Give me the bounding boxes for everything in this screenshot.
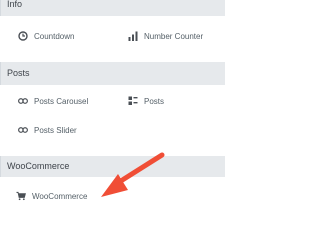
category-body-posts: Posts Carousel Posts Posts Slider [0, 85, 225, 151]
widget-label: Posts [144, 96, 165, 106]
category-title: Info [7, 0, 23, 9]
cart-icon [16, 191, 26, 201]
bar-chart-icon [128, 31, 138, 41]
widget-label: Number Counter [144, 31, 204, 41]
widget-woocommerce[interactable]: WooCommerce [16, 186, 87, 206]
category-header-woocommerce[interactable]: WooCommerce [0, 156, 225, 177]
widget-posts-slider[interactable]: Posts Slider [18, 120, 77, 140]
link-icon [18, 96, 28, 106]
category-body-info: Countdown Number Counter [0, 16, 225, 62]
widget-posts[interactable]: Posts [128, 91, 164, 111]
category-title: Posts [7, 68, 30, 78]
category-title: WooCommerce [7, 161, 70, 171]
widget-number-counter[interactable]: Number Counter [128, 26, 203, 46]
widget-countdown[interactable]: Countdown [18, 26, 74, 46]
widget-label: Countdown [34, 31, 75, 41]
clock-icon [18, 31, 28, 41]
widget-label: Posts Slider [34, 125, 77, 135]
link-icon [18, 125, 28, 135]
grid-list-icon [128, 96, 138, 106]
widget-label: Posts Carousel [34, 96, 89, 106]
widget-posts-carousel[interactable]: Posts Carousel [18, 91, 88, 111]
category-body-woocommerce: WooCommerce [0, 177, 225, 220]
widget-label: WooCommerce [32, 191, 88, 201]
category-header-posts[interactable]: Posts [0, 62, 225, 85]
category-header-info[interactable]: Info [0, 0, 225, 16]
